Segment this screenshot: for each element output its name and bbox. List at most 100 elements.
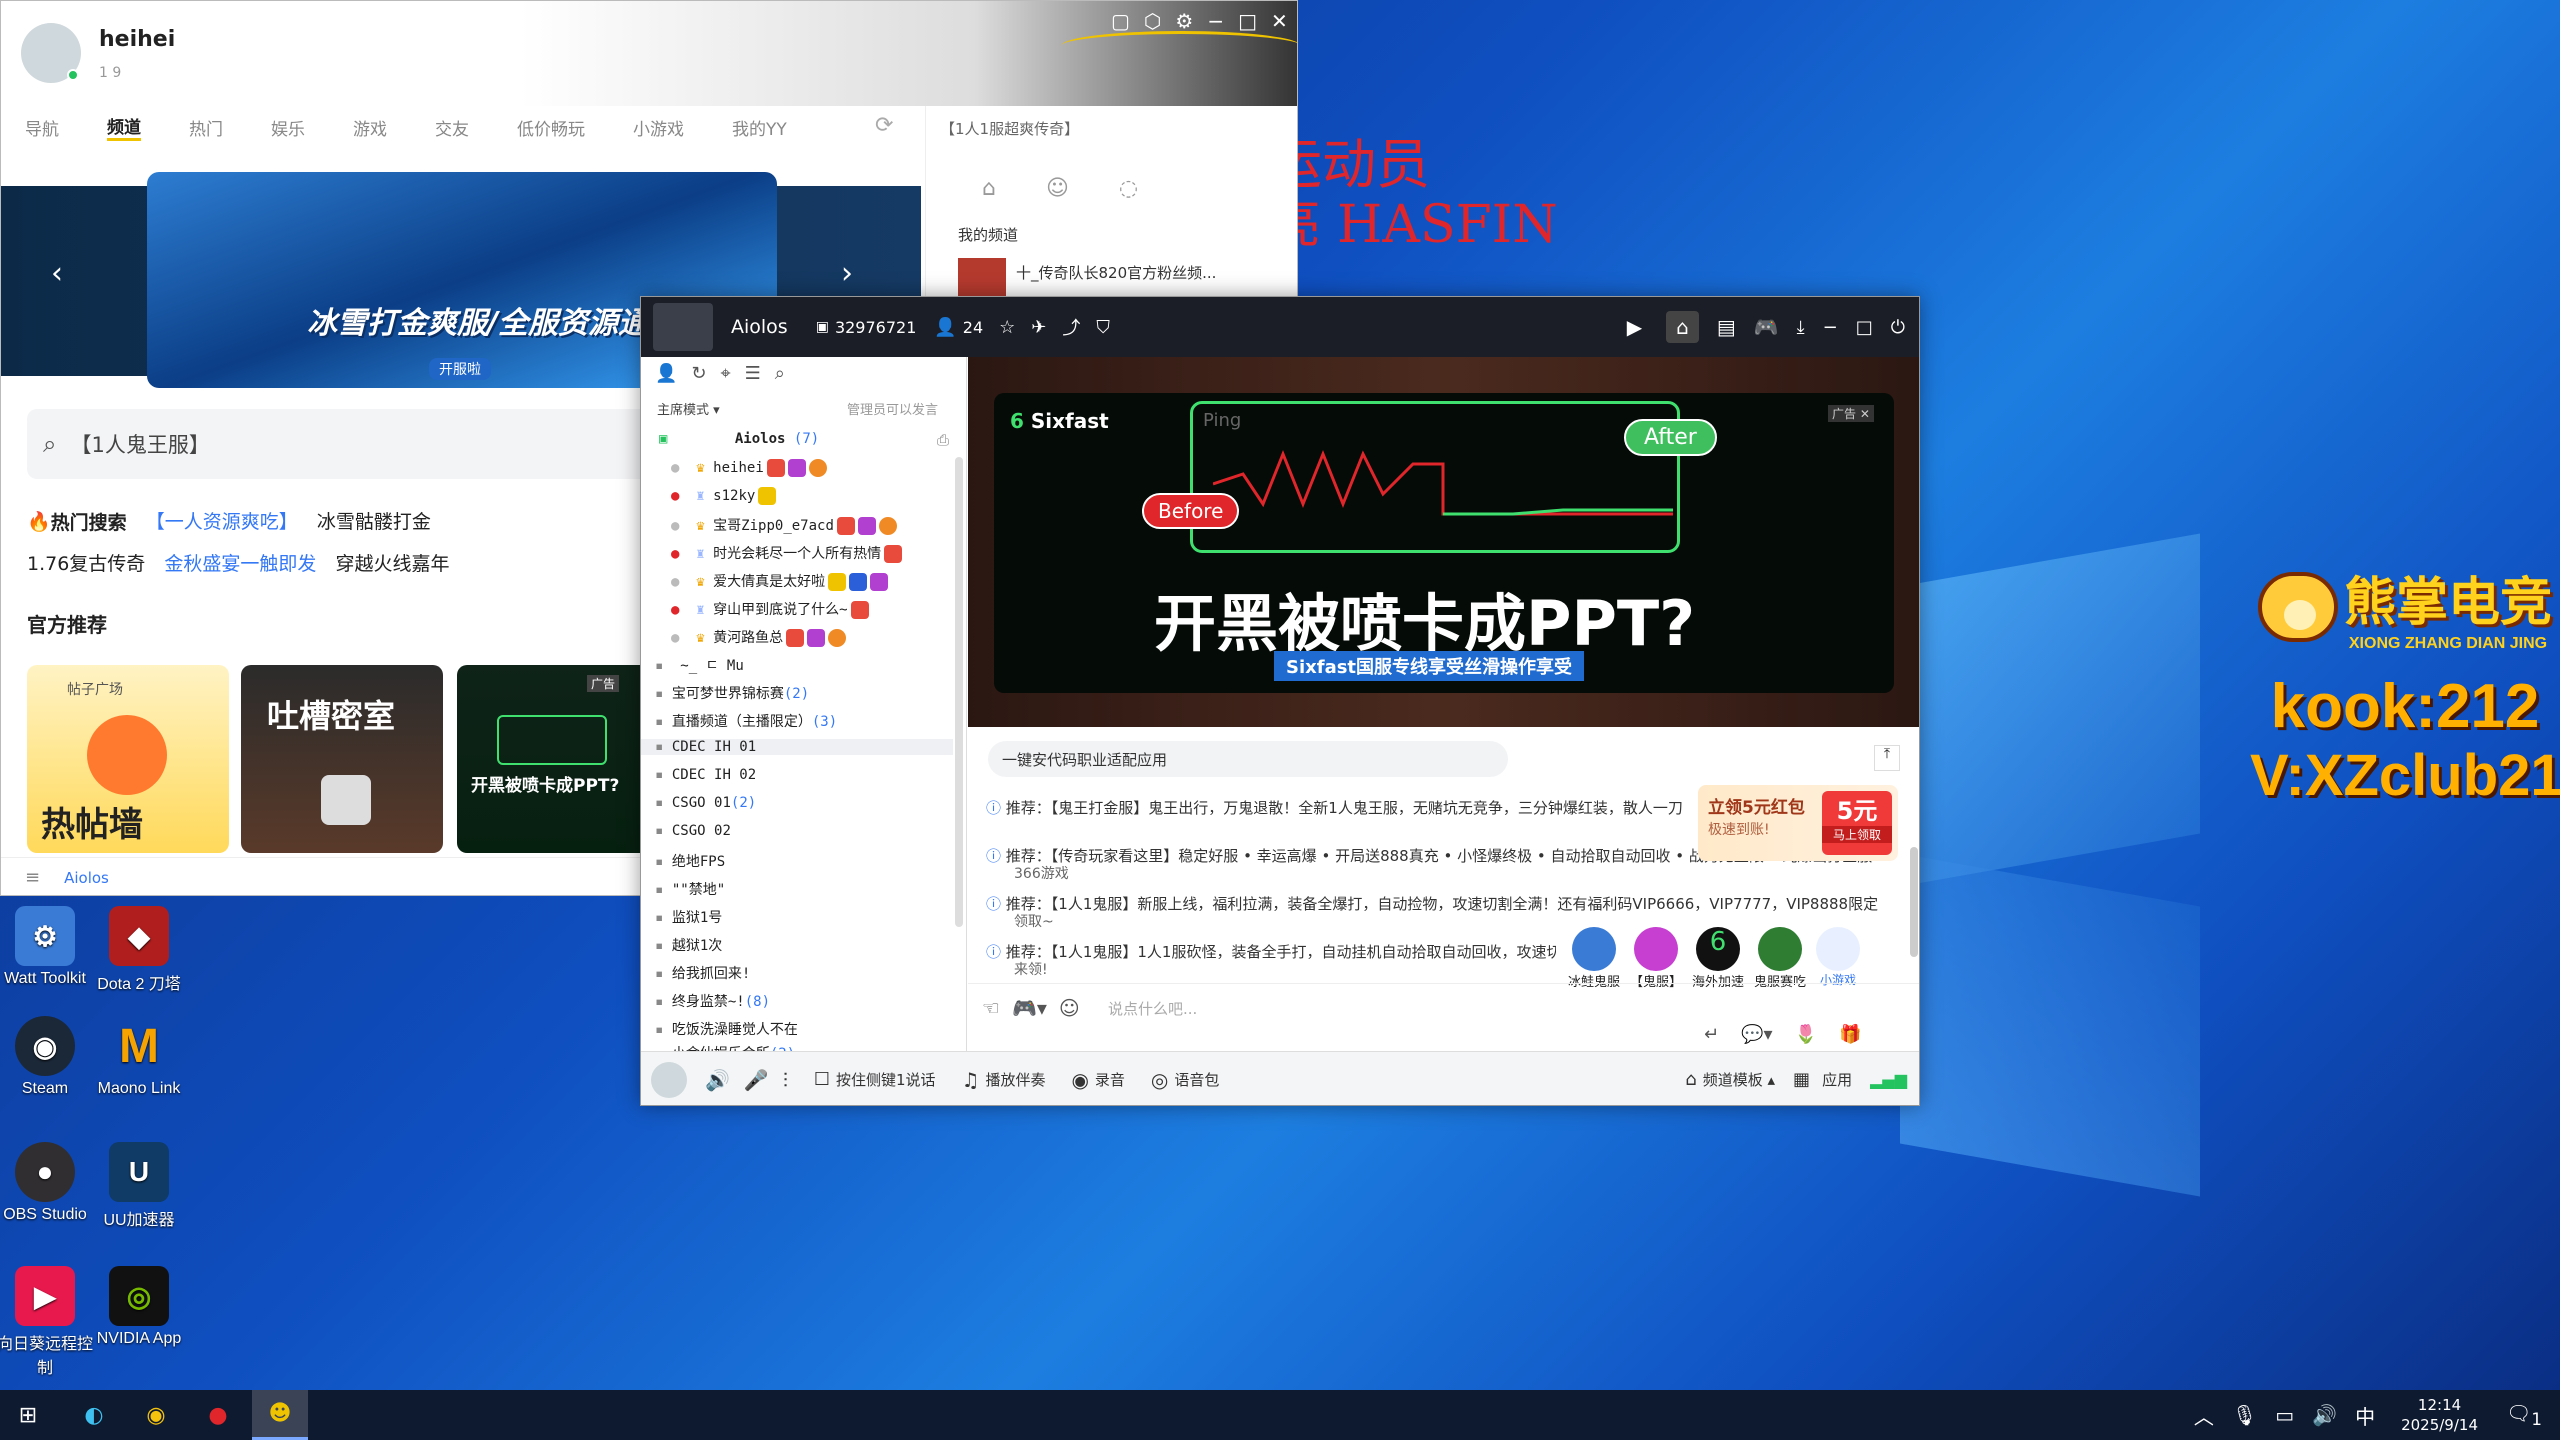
accompaniment-button[interactable]: 播放伴奏	[985, 1069, 1045, 1090]
download-icon[interactable]: ⤓	[1797, 317, 1805, 338]
mic-icon[interactable]: 🎤	[744, 1068, 769, 1092]
nav-cheap-play[interactable]: 低价畅玩	[517, 115, 585, 140]
side-search[interactable]: 【1人1服超爽传奇】	[940, 118, 1079, 139]
user-icon[interactable]: ☺	[1046, 176, 1069, 201]
sub-channel[interactable]: ▪ CSGO 01(2)	[655, 795, 756, 811]
hot-search-item[interactable]: 【一人资源爽吃】	[146, 507, 298, 534]
record-button[interactable]: 录音	[1095, 1069, 1125, 1090]
equalizer-icon[interactable]: ⫶	[783, 1068, 788, 1092]
favorite-icon[interactable]: ☆	[999, 317, 1015, 338]
sub-channel[interactable]: ▪ ~_ ㄷ Mu	[655, 655, 744, 675]
emoji-icon[interactable]: ☺	[1059, 996, 1080, 1020]
start-icon[interactable]: ⊞	[0, 1390, 56, 1440]
recommend-line[interactable]: ⓘ 推荐：【1人1鬼服】新服上线，福利拉满，装备全爆打，自动捡物，攻速切割全满！…	[986, 893, 1906, 914]
sixfast-ad-banner[interactable]: 6 Sixfast 广告 ✕ Ping After Before 开黑被喷卡成P…	[994, 393, 1894, 693]
member-row[interactable]: ● ♜ s12ky	[671, 487, 777, 505]
nav-mini-games[interactable]: 小游戏	[633, 115, 684, 140]
maximize-button[interactable]: □	[1238, 9, 1257, 33]
member-row[interactable]: ● ♜ 时光会耗尽一个人所有热情	[671, 543, 903, 563]
sub-channel[interactable]: ▪ CSGO 02	[655, 823, 731, 839]
voice-pack-button[interactable]: 语音包	[1174, 1069, 1219, 1090]
mini-app[interactable]: 鬼服赛吃	[1754, 927, 1806, 990]
chrome-icon[interactable]: ◉	[128, 1390, 184, 1440]
channel-title[interactable]: Aiolos	[731, 316, 788, 338]
mode-selector[interactable]: 主席模式 ▾	[657, 399, 720, 418]
tray-expand-icon[interactable]: ︿	[2194, 1401, 2214, 1430]
mini-app[interactable]: 冰鲑鬼服	[1568, 927, 1620, 990]
mini-app[interactable]: 小游戏	[1816, 927, 1861, 990]
apps-button[interactable]: 应用	[1822, 1069, 1852, 1090]
member-icon[interactable]: 👤	[655, 363, 677, 384]
ime-indicator[interactable]: 中	[2355, 1401, 2375, 1430]
sub-channel[interactable]: ▪ 终身监禁~!(8)	[655, 991, 770, 1011]
promo-button[interactable]: 马上领取	[1822, 826, 1892, 843]
card-sixfast-ad[interactable]: 广告 开黑被喷卡成PPT?	[457, 665, 651, 853]
desktop-icon-nvidia[interactable]: ◎ NVIDIA App	[84, 1266, 194, 1348]
network-icon[interactable]: ▭	[2275, 1403, 2294, 1427]
skin-icon[interactable]: ⬡	[1144, 9, 1161, 33]
member-row[interactable]: ● ♛ 黄河路鱼总	[671, 627, 847, 647]
hot-search-item[interactable]: 穿越火线嘉年	[336, 549, 450, 576]
sub-channel[interactable]: ▪ 越狱1次	[655, 935, 722, 955]
minimize-button[interactable]: −	[1823, 317, 1838, 338]
shield-icon[interactable]: ⛉	[1096, 317, 1110, 338]
self-avatar[interactable]	[651, 1061, 687, 1098]
tree-scrollbar[interactable]	[955, 457, 963, 927]
sub-channel[interactable]: ▪ ""禁地"	[655, 879, 725, 899]
card-hot-posts[interactable]: 帖子广场 热帖墙	[27, 665, 229, 853]
yy-taskbar-icon[interactable]: ☻	[252, 1390, 308, 1440]
carousel-prev-icon[interactable]: ‹	[51, 256, 63, 291]
emoji-send-icon[interactable]: ☜	[982, 996, 1000, 1020]
nav-entertainment[interactable]: 娱乐	[271, 115, 305, 140]
chat-icon[interactable]: ◌	[1119, 176, 1138, 201]
clock[interactable]: 12:14 2025/9/14	[2401, 1395, 2478, 1435]
nav-home[interactable]: 导航	[25, 115, 59, 140]
card-roast-room[interactable]: 吐槽密室	[241, 665, 443, 853]
edge-icon[interactable]: ◐	[66, 1390, 122, 1440]
sub-channel[interactable]: ▪ 监狱1号	[655, 907, 722, 927]
member-row[interactable]: ● ♜ 穿山甲到底说了什么~	[671, 599, 869, 619]
list-icon[interactable]: ☰	[745, 363, 761, 384]
share-icon[interactable]: ⤴	[1062, 314, 1080, 340]
minimize-button[interactable]: −	[1207, 9, 1224, 33]
channel-template-button[interactable]: 频道模板 ▴	[1703, 1069, 1775, 1090]
desktop-icon-maono[interactable]: M Maono Link	[84, 1016, 194, 1098]
template-icon[interactable]: ⌂	[1685, 1069, 1696, 1090]
nav-games[interactable]: 游戏	[353, 115, 387, 140]
settings-icon[interactable]: ⚙	[1175, 9, 1193, 33]
notification-center-icon[interactable]: 🗨1	[2506, 1401, 2542, 1429]
sub-channel[interactable]: ▪ 宝可梦世界锦标赛(2)	[655, 683, 809, 703]
member-row[interactable]: ● ♛ 宝哥Zipp0_e7acd	[671, 515, 897, 535]
mini-app[interactable]: 6 海外加速	[1692, 927, 1744, 990]
my-channel-item[interactable]: 十_传奇队长820官方粉丝频...	[1016, 262, 1216, 283]
nav-channel[interactable]: 频道	[107, 113, 141, 141]
carousel-next-icon[interactable]: ›	[841, 256, 853, 291]
member-row[interactable]: ● ♛ 爱大倩真是太好啦	[671, 571, 889, 591]
layout-icon[interactable]: ▤	[1717, 315, 1736, 339]
maximize-button[interactable]: □	[1856, 317, 1873, 338]
gift-box-icon[interactable]: 🎁	[1839, 1024, 1861, 1045]
power-icon[interactable]: ⏻	[1891, 317, 1905, 338]
nav-my-yy[interactable]: 我的YY	[732, 115, 787, 140]
menu-icon[interactable]: ≡	[25, 867, 40, 888]
music-icon[interactable]: ♫	[962, 1068, 980, 1092]
game-icon[interactable]: 🎮▾	[1012, 996, 1047, 1020]
sub-channel[interactable]: ▪ 给我抓回来!	[655, 963, 750, 983]
mic-tray-icon[interactable]: 🎙	[2232, 1403, 2257, 1427]
video-icon[interactable]: ▶	[1627, 315, 1642, 339]
chat-scrollbar[interactable]	[1910, 847, 1918, 957]
message-icon[interactable]: ▢	[1111, 9, 1130, 33]
reply-icon[interactable]: ↵	[1704, 1024, 1719, 1045]
history-icon[interactable]: ↻	[691, 363, 706, 384]
mini-app[interactable]: 【鬼服】	[1630, 927, 1682, 990]
desktop-icon-dota2[interactable]: ◆ Dota 2 刀塔	[84, 906, 194, 994]
checkbox-icon[interactable]: ☐	[814, 1069, 830, 1090]
record-icon[interactable]: ◉	[1071, 1068, 1088, 1092]
gamepad-icon[interactable]: 🎮	[1754, 315, 1779, 339]
home-icon[interactable]: ⌂	[982, 176, 996, 201]
sub-channel[interactable]: ▪ 吃饭洗澡睡觉人不在	[655, 1019, 798, 1039]
close-button[interactable]: ✕	[1271, 9, 1288, 33]
nav-hot[interactable]: 热门	[189, 115, 223, 140]
volume-icon[interactable]: 🔊	[2312, 1403, 2337, 1427]
voice-pack-icon[interactable]: ◎	[1151, 1068, 1168, 1092]
